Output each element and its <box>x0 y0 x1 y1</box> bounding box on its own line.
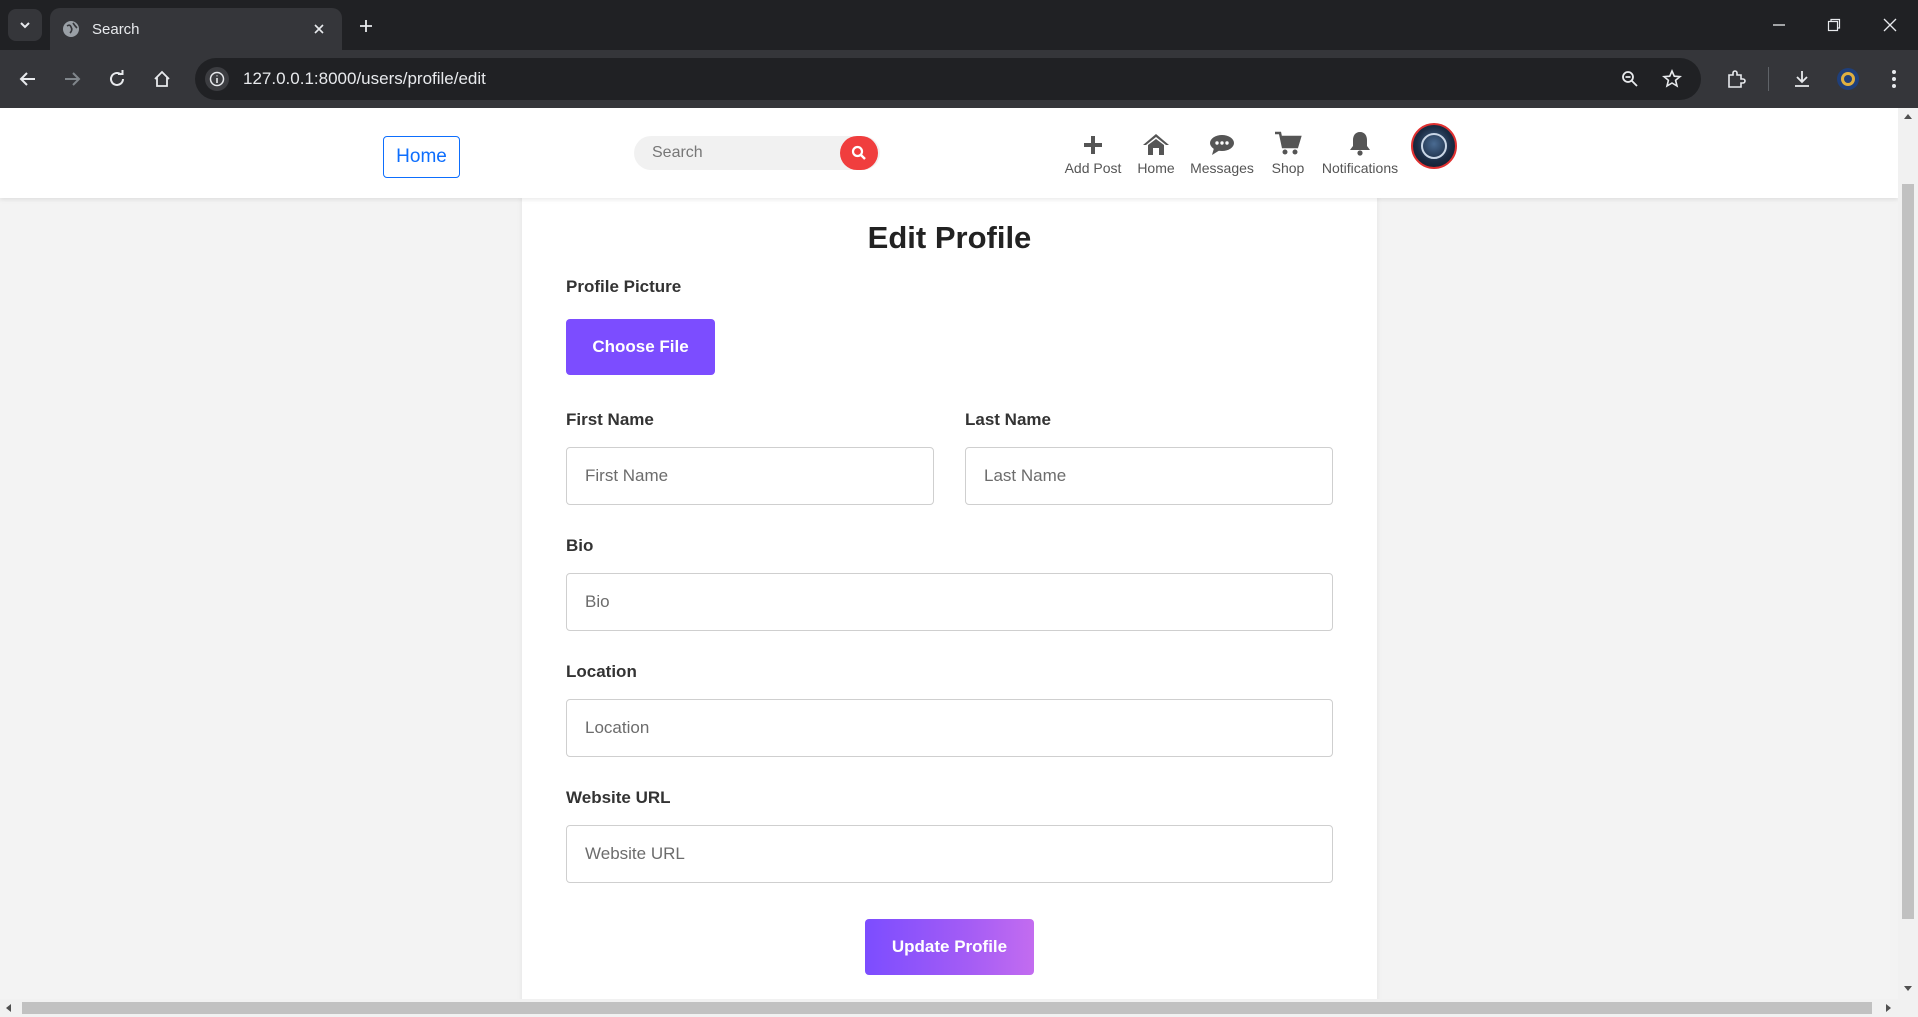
horizontal-scrollbar[interactable] <box>0 999 1918 1017</box>
more-menu-icon[interactable] <box>1880 65 1908 93</box>
tab-search-menu-button[interactable] <box>8 9 42 41</box>
website-url-label: Website URL <box>566 788 671 807</box>
location-field[interactable] <box>566 699 1333 757</box>
choose-file-button[interactable]: Choose File <box>566 319 715 375</box>
first-name-label: First Name <box>566 410 654 429</box>
nav-home[interactable]: Home <box>1136 126 1176 176</box>
browser-tab-active[interactable]: Search <box>50 8 342 50</box>
nav-notifications[interactable]: Notifications <box>1320 126 1400 176</box>
home-brand-button[interactable]: Home <box>383 136 460 178</box>
close-window-icon[interactable] <box>1877 12 1903 38</box>
toolbar-divider <box>1768 67 1769 91</box>
bio-field[interactable] <box>566 573 1333 631</box>
cart-icon <box>1274 126 1302 156</box>
avatar-image <box>1421 133 1447 159</box>
nav-home-label: Home <box>1137 160 1175 176</box>
site-info-icon[interactable] <box>205 67 229 91</box>
last-name-field[interactable] <box>965 447 1333 505</box>
new-tab-plus-icon[interactable] <box>352 12 380 40</box>
page-viewport: Home Add Post Home Messages <box>0 108 1898 999</box>
restore-icon[interactable] <box>1821 12 1847 38</box>
page-title: Edit Profile <box>867 220 1032 255</box>
tab-close-icon[interactable] <box>308 18 330 40</box>
location-label: Location <box>566 662 637 681</box>
tab-title: Search <box>92 20 140 38</box>
scroll-left-arrow-icon[interactable] <box>6 1004 11 1012</box>
profile-picture-label: Profile Picture <box>566 277 682 296</box>
bell-icon <box>1349 126 1371 156</box>
website-url-field[interactable] <box>566 825 1333 883</box>
nav-notifications-label: Notifications <box>1321 160 1399 176</box>
first-name-field[interactable] <box>566 447 934 505</box>
nav-messages[interactable]: Messages <box>1189 126 1255 176</box>
plus-icon <box>1082 126 1104 156</box>
home-icon <box>1142 126 1170 156</box>
nav-messages-label: Messages <box>1190 160 1254 176</box>
last-name-label: Last Name <box>965 410 1051 429</box>
bio-label: Bio <box>566 536 594 555</box>
browser-toolbar: 127.0.0.1:8000/users/profile/edit <box>0 50 1918 108</box>
search-input[interactable] <box>634 136 834 170</box>
scroll-right-arrow-icon[interactable] <box>1886 1004 1891 1012</box>
back-arrow-icon[interactable] <box>14 65 42 93</box>
update-profile-button[interactable]: Update Profile <box>865 919 1034 975</box>
vertical-scrollbar-thumb[interactable] <box>1902 184 1914 919</box>
nav-shop-label: Shop <box>1271 160 1305 176</box>
browser-tab-strip: Search <box>0 0 1918 50</box>
chevron-down-icon <box>20 22 30 29</box>
address-bar[interactable]: 127.0.0.1:8000/users/profile/edit <box>195 58 1701 100</box>
scroll-up-arrow-icon[interactable] <box>1904 114 1912 119</box>
search-button[interactable] <box>840 136 878 170</box>
scroll-down-arrow-icon[interactable] <box>1904 986 1912 991</box>
home-browser-icon[interactable] <box>148 65 176 93</box>
bookmark-star-icon[interactable] <box>1660 67 1684 91</box>
edit-profile-card: Edit Profile Profile Picture Choose File… <box>522 190 1377 999</box>
user-avatar[interactable] <box>1411 123 1457 169</box>
horizontal-scrollbar-thumb[interactable] <box>22 1002 1872 1014</box>
site-header: Home Add Post Home Messages <box>0 108 1898 198</box>
search-icon <box>851 145 866 160</box>
nav-add-post[interactable]: Add Post <box>1063 126 1123 176</box>
zoom-icon[interactable] <box>1618 67 1642 91</box>
nav-add-post-label: Add Post <box>1064 160 1122 176</box>
reload-icon[interactable] <box>103 65 131 93</box>
forward-arrow-icon[interactable] <box>58 65 86 93</box>
profile-extension-icon[interactable] <box>1834 65 1862 93</box>
extensions-puzzle-icon[interactable] <box>1722 65 1750 93</box>
url-text[interactable]: 127.0.0.1:8000/users/profile/edit <box>243 69 486 89</box>
chat-bubbles-icon <box>1209 126 1235 156</box>
vertical-scrollbar[interactable] <box>1898 108 1918 999</box>
download-icon[interactable] <box>1788 65 1816 93</box>
globe-icon <box>63 21 79 37</box>
search-bar <box>634 136 880 170</box>
minimize-icon[interactable] <box>1766 12 1792 38</box>
nav-shop[interactable]: Shop <box>1270 126 1306 176</box>
